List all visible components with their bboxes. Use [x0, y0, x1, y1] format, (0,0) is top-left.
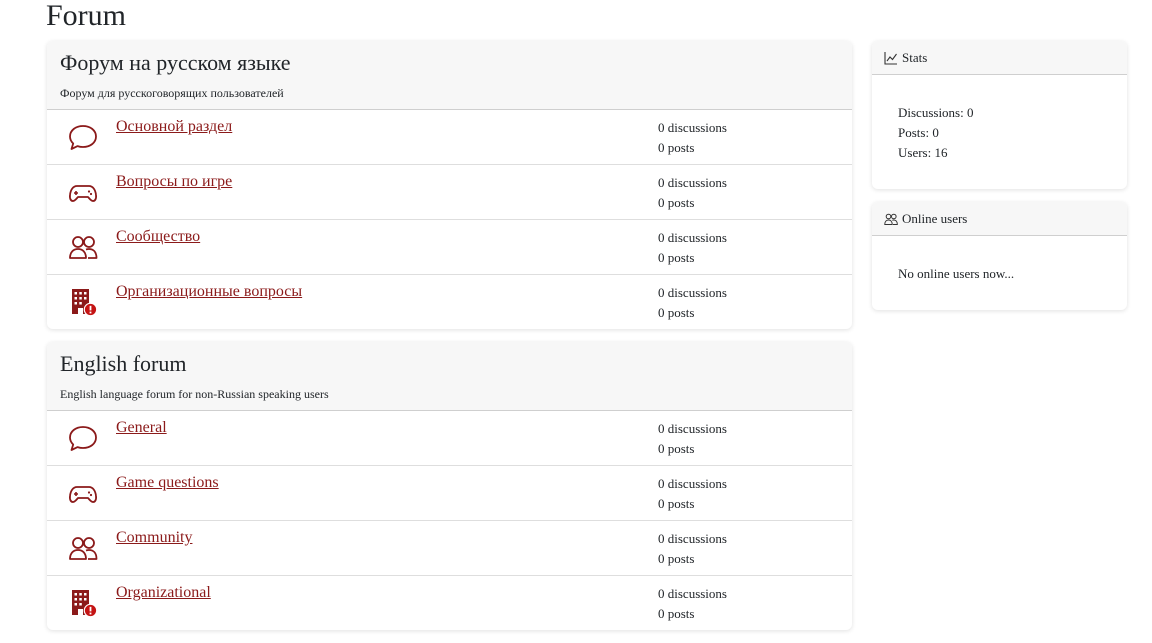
- subforum-link[interactable]: Организационные вопросы: [116, 282, 302, 302]
- discussions-count: 0 discussions: [658, 285, 727, 300]
- subforum-row: Game questions 0 discussions 0 posts: [47, 466, 852, 521]
- subforum-stats: 0 discussions 0 posts: [658, 283, 727, 323]
- forum-header: English forum English language forum for…: [47, 342, 852, 411]
- forum-section: English forum English language forum for…: [47, 342, 852, 630]
- gamepad-icon: [68, 177, 98, 207]
- discussions-count: 0 discussions: [658, 531, 727, 546]
- subforum-stats: 0 discussions 0 posts: [658, 584, 727, 624]
- gamepad-icon: [68, 478, 98, 508]
- subforum-link[interactable]: General: [116, 418, 167, 438]
- page-title: Forum: [46, 0, 127, 32]
- subforum-row: Сообщество 0 discussions 0 posts: [47, 220, 852, 275]
- posts-count: 0 posts: [658, 606, 695, 621]
- forum-description: Форум для русскоговорящих пользователей: [60, 86, 284, 100]
- people-icon: [68, 232, 98, 262]
- discussions-count: 0 discussions: [658, 175, 727, 190]
- forum-description: English language forum for non-Russian s…: [60, 387, 329, 401]
- chat-bubble-icon: [68, 122, 98, 152]
- sidebar: Stats Discussions: 0 Posts: 0 Users: 16 …: [872, 41, 1127, 323]
- posts-count: 0 posts: [658, 305, 695, 320]
- online-users-title: Online users: [902, 210, 968, 226]
- subforum-link[interactable]: Сообщество: [116, 227, 200, 247]
- forum-header: Форум на русском языке Форум для русског…: [47, 41, 852, 110]
- posts-count: 0 posts: [658, 441, 695, 456]
- subforum-link[interactable]: Organizational: [116, 583, 211, 603]
- forum-list: Форум на русском языке Форум для русског…: [47, 41, 852, 643]
- forum-title: Форум на русском языке: [60, 50, 291, 75]
- building-alert-icon: [68, 287, 98, 317]
- subforum-link[interactable]: Community: [116, 528, 192, 548]
- subforum-stats: 0 discussions 0 posts: [658, 419, 727, 459]
- subforum-row: Community 0 discussions 0 posts: [47, 521, 852, 576]
- online-users-card: Online users No online users now...: [872, 202, 1127, 310]
- forum-section: Форум на русском языке Форум для русског…: [47, 41, 852, 329]
- discussions-count: 0 discussions: [658, 120, 727, 135]
- people-icon: [68, 533, 98, 563]
- online-users-message: No online users now...: [898, 266, 1015, 281]
- posts-count: 0 posts: [658, 496, 695, 511]
- discussions-count: 0 discussions: [658, 421, 727, 436]
- stats-discussions: Discussions: 0: [898, 105, 974, 120]
- subforum-row: Организационные вопросы 0 discussions 0 …: [47, 275, 852, 329]
- subforum-stats: 0 discussions 0 posts: [658, 173, 727, 213]
- online-users-header: Online users: [872, 202, 1127, 236]
- stats-title: Stats: [902, 49, 928, 65]
- subforum-stats: 0 discussions 0 posts: [658, 118, 727, 158]
- stats-body: Discussions: 0 Posts: 0 Users: 16: [872, 75, 1127, 189]
- people-icon: [884, 213, 898, 225]
- posts-count: 0 posts: [658, 140, 695, 155]
- online-users-body: No online users now...: [872, 236, 1127, 310]
- forum-title: English forum: [60, 351, 187, 376]
- subforum-link[interactable]: Вопросы по игре: [116, 172, 232, 192]
- subforum-row: Основной раздел 0 discussions 0 posts: [47, 110, 852, 165]
- posts-count: 0 posts: [658, 551, 695, 566]
- stats-header: Stats: [872, 41, 1127, 75]
- discussions-count: 0 discussions: [658, 230, 727, 245]
- stats-card: Stats Discussions: 0 Posts: 0 Users: 16: [872, 41, 1127, 189]
- subforum-link[interactable]: Основной раздел: [116, 117, 232, 137]
- subforum-row: Organizational 0 discussions 0 posts: [47, 576, 852, 630]
- subforum-stats: 0 discussions 0 posts: [658, 529, 727, 569]
- subforum-link[interactable]: Game questions: [116, 473, 219, 493]
- stats-users: Users: 16: [898, 145, 948, 160]
- subforum-row: Вопросы по игре 0 discussions 0 posts: [47, 165, 852, 220]
- subforum-stats: 0 discussions 0 posts: [658, 228, 727, 268]
- posts-count: 0 posts: [658, 250, 695, 265]
- stats-posts: Posts: 0: [898, 125, 939, 140]
- building-alert-icon: [68, 588, 98, 618]
- subforum-row: General 0 discussions 0 posts: [47, 411, 852, 466]
- posts-count: 0 posts: [658, 195, 695, 210]
- discussions-count: 0 discussions: [658, 476, 727, 491]
- discussions-count: 0 discussions: [658, 586, 727, 601]
- chat-bubble-icon: [68, 423, 98, 453]
- chart-line-icon: [884, 51, 897, 65]
- subforum-stats: 0 discussions 0 posts: [658, 474, 727, 514]
